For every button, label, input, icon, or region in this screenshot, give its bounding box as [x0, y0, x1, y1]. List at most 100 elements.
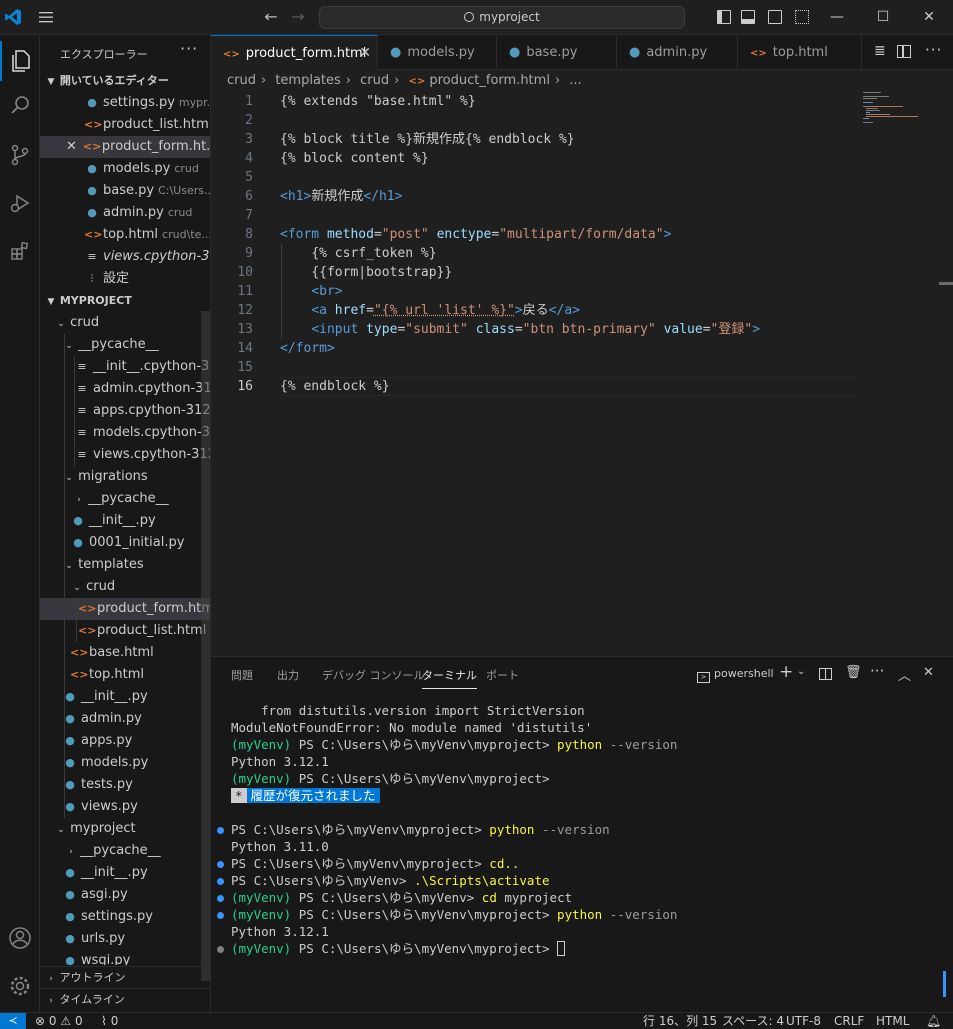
- trash-icon[interactable]: 🗑: [845, 665, 862, 680]
- open-editor-item[interactable]: <>product_list.htm...: [40, 114, 211, 136]
- tab-ports[interactable]: ポート: [486, 667, 519, 683]
- customize-layout-icon[interactable]: [795, 10, 809, 24]
- problems-status[interactable]: ⊗ 0 ⚠ 0: [35, 1013, 83, 1029]
- open-changes-icon[interactable]: ≣: [874, 43, 886, 59]
- close-panel-icon[interactable]: ✕: [923, 665, 934, 680]
- tree-file[interactable]: ● 0001_initial.py: [40, 532, 211, 554]
- command-decoration-icon[interactable]: [217, 912, 224, 919]
- tree-folder[interactable]: ⌄ migrations: [40, 466, 211, 488]
- extensions-icon[interactable]: [0, 231, 40, 271]
- terminal-scrollbar[interactable]: [943, 971, 946, 997]
- tree-file[interactable]: ● tests.py: [40, 774, 211, 796]
- close-editor-icon[interactable]: ✕: [66, 139, 77, 154]
- open-editor-item[interactable]: ⫶ 設定: [40, 268, 211, 290]
- remote-indicator-icon[interactable]: ≺: [0, 1013, 26, 1029]
- encoding-status[interactable]: UTF-8: [786, 1013, 821, 1029]
- terminal-shell-selector[interactable]: > powershell: [697, 667, 774, 683]
- tab-base[interactable]: ● base.py: [497, 35, 617, 70]
- language-mode[interactable]: HTML: [876, 1013, 909, 1029]
- tree-folder[interactable]: › __pycache__: [40, 840, 211, 862]
- tab-terminal[interactable]: ターミナル: [422, 667, 477, 689]
- new-terminal-icon[interactable]: +: [779, 662, 793, 682]
- tree-file[interactable]: ● asgi.py: [40, 884, 211, 906]
- more-actions-icon[interactable]: ···: [925, 41, 942, 59]
- command-decoration-icon[interactable]: [217, 895, 224, 902]
- back-arrow-icon[interactable]: ←: [262, 8, 280, 26]
- tree-file[interactable]: ● models.py: [40, 752, 211, 774]
- source-control-icon[interactable]: [0, 135, 40, 175]
- cursor-position[interactable]: 行 16、列 15: [643, 1013, 717, 1029]
- tree-folder[interactable]: ⌄ crud: [40, 576, 211, 598]
- more-actions-icon[interactable]: ···: [180, 39, 198, 58]
- tree-file[interactable]: ● __init__.py: [40, 510, 211, 532]
- command-decoration-icon[interactable]: [217, 827, 224, 834]
- breadcrumb-item[interactable]: templates: [275, 73, 340, 88]
- forward-arrow-icon[interactable]: →: [289, 8, 307, 26]
- tree-file[interactable]: ≡ apps.cpython-312...: [40, 400, 211, 422]
- split-editor-icon[interactable]: [897, 45, 911, 58]
- accounts-icon[interactable]: [0, 918, 40, 958]
- tree-file[interactable]: <>top.html: [40, 664, 211, 686]
- run-debug-icon[interactable]: [0, 183, 40, 223]
- tree-file[interactable]: ● admin.py: [40, 708, 211, 730]
- close-tab-icon[interactable]: ✕: [359, 36, 371, 71]
- tree-file[interactable]: <>base.html: [40, 642, 211, 664]
- minimap[interactable]: [861, 92, 941, 132]
- tree-folder[interactable]: ⌄ __pycache__: [40, 334, 211, 356]
- editor-scrollbar[interactable]: [939, 282, 953, 285]
- tree-file[interactable]: <>product_list.html: [40, 620, 211, 642]
- toggle-primary-sidebar-icon[interactable]: [717, 10, 731, 24]
- tree-file[interactable]: ≡ models.cpython-3...: [40, 422, 211, 444]
- notifications-bell-icon[interactable]: 🔔︎: [926, 1013, 941, 1029]
- eol-status[interactable]: CRLF: [834, 1013, 864, 1029]
- close-window-button[interactable]: ✕: [906, 0, 952, 35]
- tab-models[interactable]: ● models.py: [378, 35, 497, 70]
- tree-file[interactable]: ● apps.py: [40, 730, 211, 752]
- open-editor-item[interactable]: ● models.py crud: [40, 158, 211, 180]
- tree-file[interactable]: ≡admin.cpython-31...: [40, 378, 211, 400]
- tree-file[interactable]: ● __init__.py: [40, 862, 211, 884]
- breadcrumb-item[interactable]: product_form.html: [429, 73, 550, 88]
- project-header[interactable]: ▼ MYPROJECT: [40, 290, 211, 312]
- chevron-down-icon[interactable]: ⌄: [797, 666, 805, 677]
- more-actions-icon[interactable]: ···: [870, 662, 884, 680]
- tree-file[interactable]: ● urls.py: [40, 928, 211, 950]
- breadcrumb-item[interactable]: ...: [569, 73, 581, 88]
- tree-folder[interactable]: › __pycache__: [40, 488, 211, 510]
- tab-debug-console[interactable]: デバッグ コンソール: [322, 667, 425, 683]
- tree-file[interactable]: ● __init__.py: [40, 686, 211, 708]
- open-editor-item[interactable]: ● base.py C:\Users...: [40, 180, 211, 202]
- open-editor-item[interactable]: ●settings.pymypr...: [40, 92, 211, 114]
- split-terminal-icon[interactable]: [819, 668, 832, 680]
- open-editors-header[interactable]: ▼ 開いているエディター: [40, 70, 211, 92]
- tree-folder[interactable]: ⌄ crud: [40, 312, 211, 334]
- tree-file[interactable]: ≡__init__.cpython-31...: [40, 356, 211, 378]
- toggle-secondary-sidebar-icon[interactable]: [768, 10, 782, 24]
- tab-product-form[interactable]: <> product_form.html ✕: [211, 35, 378, 70]
- hamburger-menu-icon[interactable]: [37, 9, 55, 25]
- minimize-button[interactable]: —: [814, 0, 860, 35]
- tab-admin[interactable]: ● admin.py: [617, 35, 738, 70]
- tab-top[interactable]: <> top.html: [738, 35, 862, 70]
- tree-file-selected[interactable]: <>product_form.html: [40, 598, 211, 620]
- ports-status[interactable]: ⌇ 0: [101, 1013, 118, 1029]
- indentation-status[interactable]: スペース: 4: [722, 1013, 784, 1029]
- timeline-header[interactable]: › タイムライン: [40, 988, 211, 1010]
- open-editor-item[interactable]: <>top.html crud\te...: [40, 224, 211, 246]
- command-center-search[interactable]: myproject: [319, 6, 685, 29]
- maximize-button[interactable]: ☐: [860, 0, 906, 35]
- toggle-panel-icon[interactable]: [741, 10, 755, 24]
- open-editor-item[interactable]: ≡ views.cpython-3...: [40, 246, 211, 268]
- tree-file[interactable]: ● views.py: [40, 796, 211, 818]
- open-editor-item-selected[interactable]: ✕ <>product_form.ht...: [40, 136, 211, 158]
- tab-output[interactable]: 出力: [277, 667, 299, 683]
- breadcrumb-item[interactable]: crud: [227, 73, 256, 88]
- sidebar-scrollbar[interactable]: [201, 311, 211, 981]
- command-decoration-icon[interactable]: [217, 946, 224, 953]
- command-decoration-icon[interactable]: [217, 878, 224, 885]
- tree-folder[interactable]: ⌄ myproject: [40, 818, 211, 840]
- explorer-icon[interactable]: [0, 41, 40, 81]
- manage-gear-icon[interactable]: [0, 966, 40, 1006]
- outline-header[interactable]: › アウトライン: [40, 966, 211, 988]
- tree-file[interactable]: ● settings.py: [40, 906, 211, 928]
